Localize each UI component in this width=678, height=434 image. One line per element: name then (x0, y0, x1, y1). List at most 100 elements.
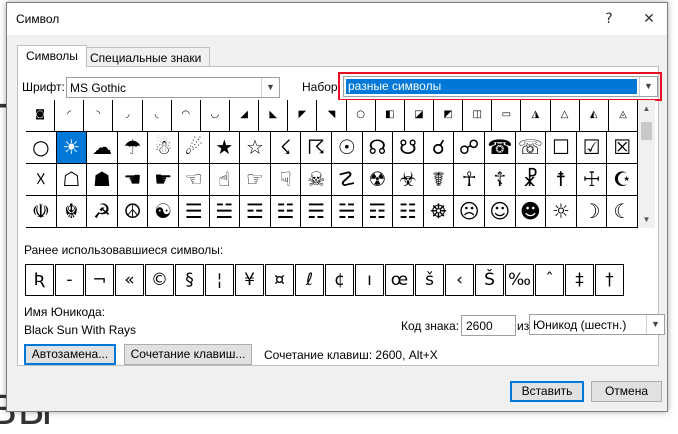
symbol-cell[interactable]: ☜ (179, 164, 210, 196)
recent-symbol-cell[interactable]: ‰ (505, 264, 534, 296)
tab-symbols[interactable]: Символы (17, 45, 87, 67)
symbol-cell[interactable]: ☟ (270, 164, 302, 196)
symbol-cell[interactable]: ☯ (148, 196, 179, 228)
symbol-cell[interactable]: ☫ (26, 196, 57, 228)
symbol-cell[interactable]: ☲ (240, 196, 271, 228)
symbol-cell[interactable]: ☼ (546, 196, 577, 228)
recent-symbol-cell[interactable]: Š (475, 264, 504, 296)
symbol-cell[interactable]: ☣ (393, 164, 424, 196)
tab-special-characters[interactable]: Специальные знаки (81, 47, 211, 67)
symbol-cell[interactable]: ☡ (332, 164, 363, 196)
recent-symbol-cell[interactable]: ‹ (445, 264, 474, 296)
symbol-cell[interactable]: ☰ (179, 196, 210, 228)
symbol-cell[interactable]: ☇ (270, 132, 302, 164)
grid-scrollbar[interactable]: ▲ ▼ (638, 100, 655, 228)
symbol-cell[interactable]: ◣ (259, 100, 289, 132)
symbol-cell[interactable]: ☆ (240, 132, 271, 164)
recent-symbol-cell[interactable]: ¢ (325, 264, 354, 296)
symbol-cell[interactable]: ☠ (301, 164, 332, 196)
recent-symbol-cell[interactable]: - (55, 264, 84, 296)
symbol-cell[interactable]: ☓ (26, 164, 57, 196)
recent-symbol-cell[interactable]: œ (385, 264, 414, 296)
symbol-cell[interactable]: ☧ (515, 164, 547, 196)
symbol-cell[interactable]: ☪ (607, 164, 638, 196)
symbol-cell[interactable]: ▭ (492, 100, 522, 132)
symbol-cell[interactable]: ☗ (87, 164, 118, 196)
symbol-cell[interactable]: ☾ (607, 196, 638, 228)
font-select[interactable]: MS Gothic ▼ (66, 77, 280, 98)
recent-symbol-cell[interactable]: « (115, 264, 144, 296)
recent-symbol-cell[interactable]: Ʀ (25, 264, 54, 296)
symbol-cell[interactable]: ☎ (485, 132, 516, 164)
scroll-up-icon[interactable]: ▲ (638, 100, 655, 117)
symbol-cell[interactable]: ◡ (200, 100, 230, 132)
symbol-cell[interactable]: ☈ (301, 132, 332, 164)
symbol-cell[interactable]: ◪ (404, 100, 434, 132)
symbol-cell[interactable]: ☞ (240, 164, 271, 196)
recent-symbol-cell[interactable]: ‡ (565, 264, 594, 296)
cancel-button[interactable]: Отмена (591, 381, 662, 402)
recent-symbol-cell[interactable]: † (595, 264, 624, 296)
recent-symbol-cell[interactable]: ¤ (265, 264, 294, 296)
symbol-cell[interactable]: ◥ (317, 100, 347, 132)
symbol-cell[interactable]: ☸ (423, 196, 455, 228)
symbol-cell[interactable]: ☀ (56, 132, 88, 164)
symbol-cell[interactable]: ☊ (362, 132, 394, 164)
autocorrect-button[interactable]: Автозамена... (24, 344, 116, 365)
symbol-cell[interactable]: ☵ (332, 196, 363, 228)
symbol-cell[interactable]: ◩ (434, 100, 464, 132)
symbol-cell[interactable]: ◙ (26, 100, 56, 132)
recent-symbol-cell[interactable]: ¬ (85, 264, 114, 296)
symbol-cell[interactable]: ☽ (576, 196, 608, 228)
symbol-cell[interactable]: ☝ (209, 164, 241, 196)
recent-symbol-cell[interactable]: © (145, 264, 174, 296)
symbol-cell[interactable]: ○ (26, 132, 57, 164)
symbol-cell[interactable]: ☄ (179, 132, 210, 164)
symbol-cell[interactable]: ◫ (463, 100, 493, 132)
symbol-cell[interactable]: ☍ (454, 132, 485, 164)
symbol-cell[interactable]: ☥ (454, 164, 485, 196)
shortcut-key-button[interactable]: Сочетание клавиш... (124, 344, 252, 365)
symbol-cell[interactable]: ☐ (546, 132, 577, 164)
symbol-cell[interactable]: ☶ (362, 196, 394, 228)
symbol-cell[interactable]: ☢ (362, 164, 394, 196)
encoding-select[interactable]: Юникод (шестн.) ▼ (529, 314, 665, 335)
symbol-cell[interactable]: ☬ (56, 196, 88, 228)
recent-symbol-cell[interactable]: ˆ (535, 264, 564, 296)
symbol-cell[interactable]: ☏ (515, 132, 547, 164)
recent-symbol-cell[interactable]: ¦ (205, 264, 234, 296)
recent-symbol-cell[interactable]: š (415, 264, 444, 296)
symbol-cell[interactable]: ☒ (607, 132, 638, 164)
symbol-cell[interactable]: ☉ (332, 132, 363, 164)
symbol-cell[interactable]: ☮ (117, 196, 149, 228)
symbol-cell[interactable]: ☑ (576, 132, 608, 164)
symbol-cell[interactable]: ☚ (117, 164, 149, 196)
symbol-cell[interactable]: ◜ (55, 100, 85, 132)
symbol-cell[interactable]: ☩ (576, 164, 608, 196)
recent-symbol-cell[interactable]: ¥ (235, 264, 264, 296)
symbol-cell[interactable]: ◧ (375, 100, 405, 132)
help-button[interactable]: ? (595, 6, 623, 32)
symbol-cell[interactable]: ◢ (230, 100, 260, 132)
scroll-down-icon[interactable]: ▼ (638, 211, 655, 228)
symbol-cell[interactable]: ◠ (171, 100, 201, 132)
symbol-cell[interactable]: ◭ (579, 100, 609, 132)
symbol-cell[interactable]: ◞ (113, 100, 143, 132)
close-button[interactable]: ✕ (635, 6, 663, 32)
recent-symbol-cell[interactable]: ı (355, 264, 384, 296)
symbol-cell[interactable]: ◤ (288, 100, 318, 132)
symbol-cell[interactable]: ☺ (485, 196, 516, 228)
symbol-cell[interactable]: ☨ (546, 164, 577, 196)
symbol-cell[interactable]: ☴ (301, 196, 332, 228)
symbol-cell[interactable]: ☻ (515, 196, 547, 228)
insert-button[interactable]: Вставить (510, 381, 584, 402)
symbol-cell[interactable]: ☳ (270, 196, 302, 228)
subset-select[interactable]: разные символы ▼ (343, 76, 658, 97)
symbol-cell[interactable]: ☌ (423, 132, 455, 164)
symbol-cell[interactable]: ○ (346, 100, 376, 132)
symbol-cell[interactable]: ☖ (56, 164, 88, 196)
symbol-cell[interactable]: ◮ (521, 100, 551, 132)
symbol-cell[interactable]: ◝ (84, 100, 114, 132)
char-code-input[interactable]: 2600 (461, 315, 516, 336)
symbol-cell[interactable]: ☁ (87, 132, 118, 164)
